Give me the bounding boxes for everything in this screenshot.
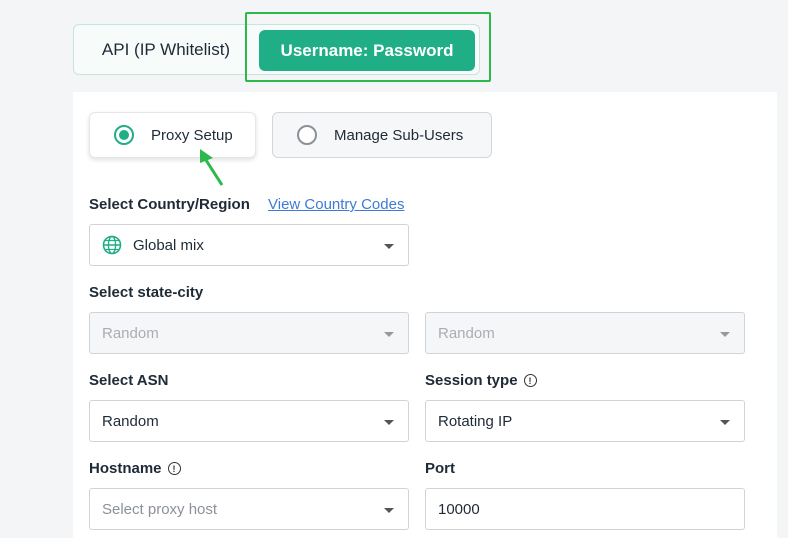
chevron-down-icon [384, 244, 394, 249]
hostname-select-placeholder: Select proxy host [102, 500, 218, 518]
chevron-down-icon [720, 332, 730, 337]
proxy-setup-label: Proxy Setup [151, 126, 233, 144]
state-select[interactable]: Random [89, 312, 409, 354]
session-type-select-value: Rotating IP [438, 412, 513, 430]
hostname-label: Hostname ! [89, 460, 181, 477]
chevron-down-icon [720, 420, 730, 425]
manage-sub-users-radio[interactable] [297, 125, 317, 145]
asn-select[interactable]: Random [89, 400, 409, 442]
country-select[interactable]: Global mix [89, 224, 409, 266]
pointer-arrow-icon [200, 149, 224, 186]
asn-label: Select ASN [89, 372, 169, 389]
chevron-down-icon [384, 508, 394, 513]
globe-icon [102, 235, 122, 255]
manage-sub-users-option[interactable]: Manage Sub-Users [272, 112, 492, 158]
session-type-select[interactable]: Rotating IP [425, 400, 745, 442]
chevron-down-icon [384, 420, 394, 425]
port-input[interactable] [425, 488, 745, 530]
country-label: Select Country/Region [89, 196, 250, 213]
city-select-value: Random [438, 324, 495, 342]
state-city-label: Select state-city [89, 284, 204, 301]
manage-sub-users-label: Manage Sub-Users [334, 126, 464, 144]
tab-username-password[interactable]: Username: Password [259, 30, 475, 71]
view-country-codes-link[interactable]: View Country Codes [268, 196, 404, 213]
info-icon[interactable]: ! [167, 462, 181, 475]
state-select-value: Random [102, 324, 159, 342]
auth-method-tabs: API (IP Whitelist) Username: Password [73, 24, 480, 75]
asn-select-value: Random [102, 412, 159, 430]
country-select-value: Global mix [133, 236, 204, 254]
chevron-down-icon [384, 332, 394, 337]
port-label: Port [425, 460, 455, 477]
proxy-setup-option[interactable]: Proxy Setup [89, 112, 256, 158]
proxy-setup-radio[interactable] [114, 125, 134, 145]
session-type-label: Session type ! [425, 372, 537, 389]
city-select[interactable]: Random [425, 312, 745, 354]
hostname-select[interactable]: Select proxy host [89, 488, 409, 530]
tab-api-ip-whitelist[interactable]: API (IP Whitelist) [74, 25, 258, 74]
info-icon[interactable]: ! [523, 374, 537, 387]
